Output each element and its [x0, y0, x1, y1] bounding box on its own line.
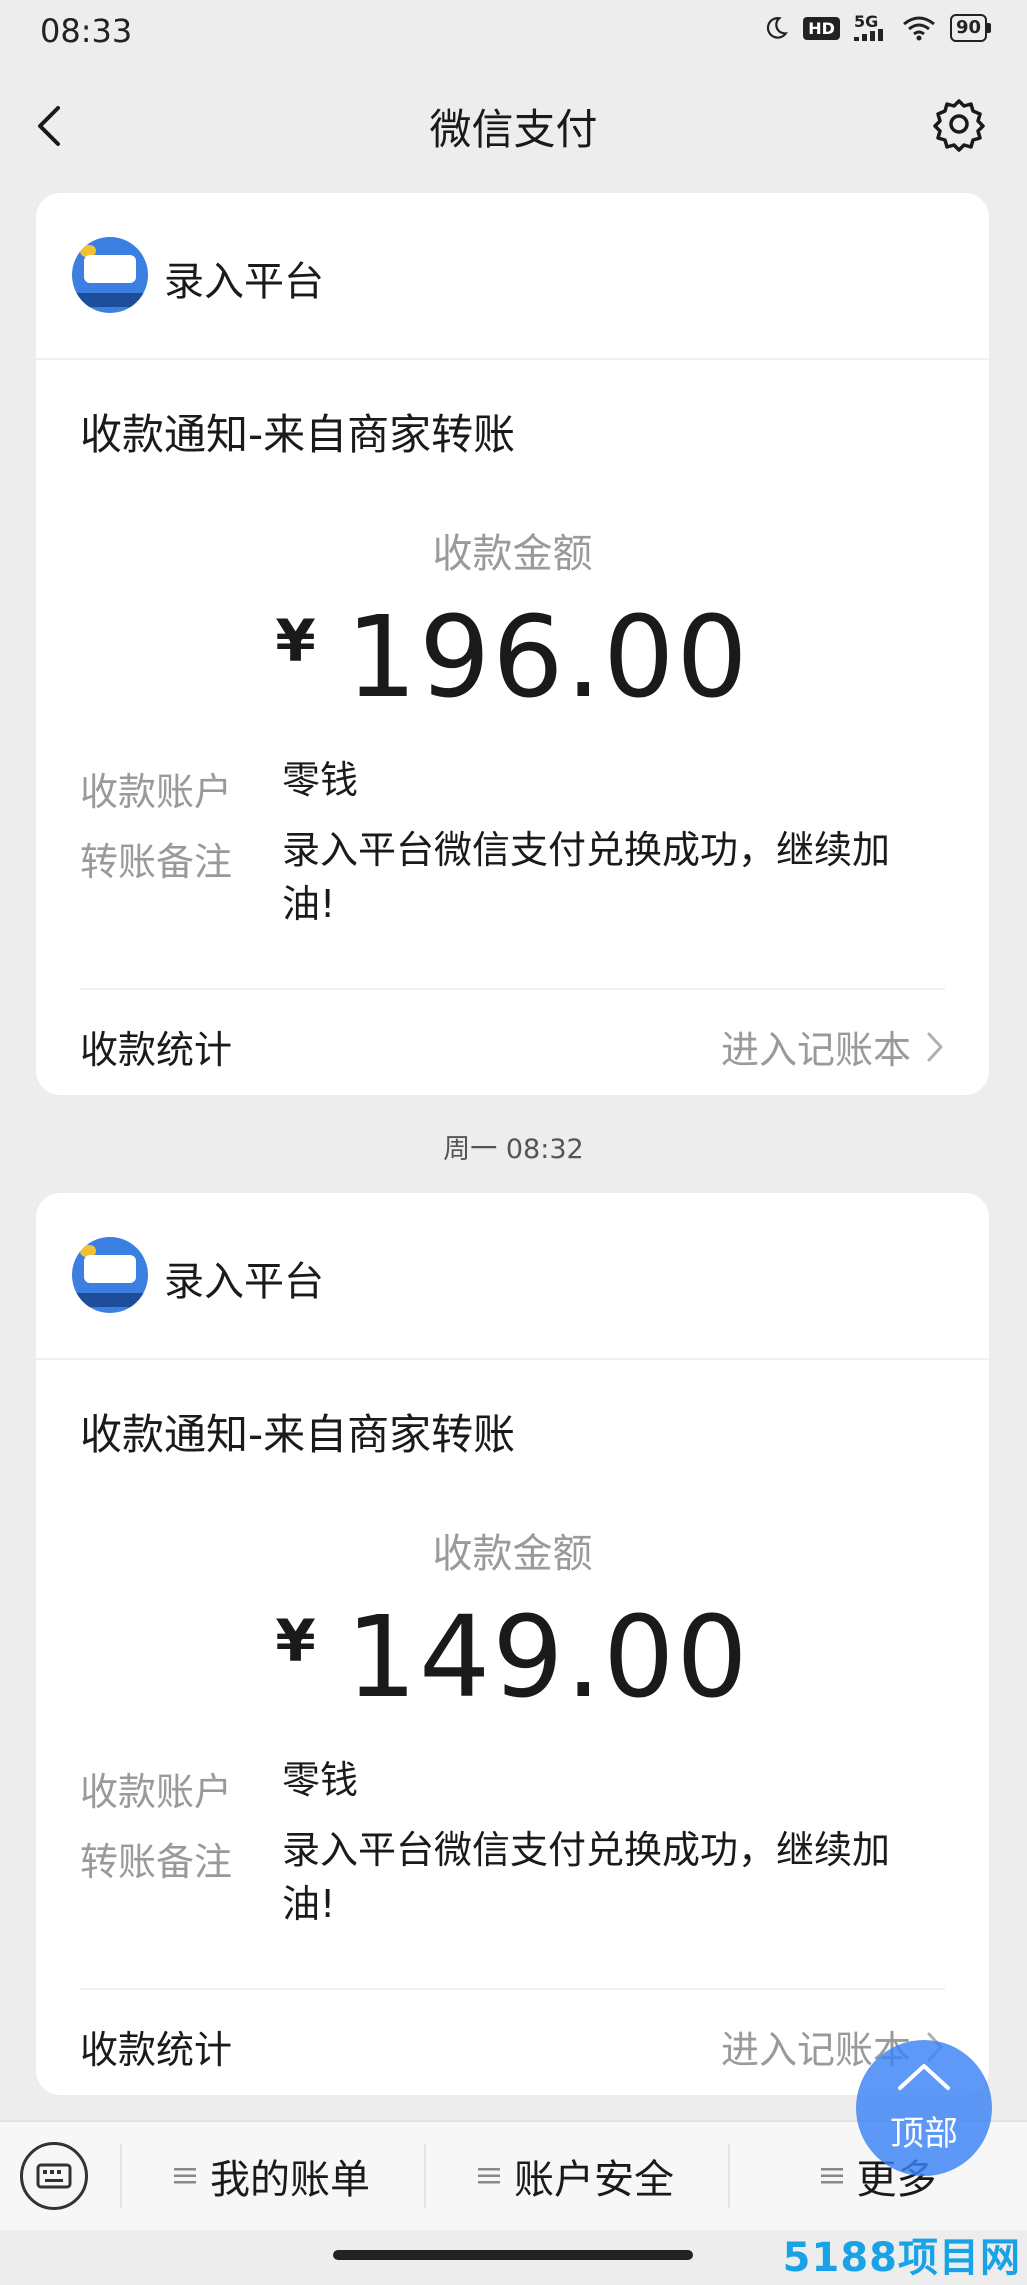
payment-card[interactable]: 录入平台 收款通知-来自商家转账 收款金额 ¥149.00 收款账户 零钱 转账… — [36, 1193, 989, 2095]
chevron-right-icon — [927, 1032, 943, 1061]
signal-icon: 5G — [853, 12, 888, 41]
menu-icon — [820, 2168, 843, 2184]
amount-row: ¥149.00 — [36, 1593, 989, 1723]
home-indicator[interactable] — [333, 2250, 693, 2260]
account-label: 收款账户 — [80, 770, 233, 814]
card-header[interactable]: 录入平台 — [36, 193, 989, 360]
tab-account-security[interactable]: 账户安全 — [426, 2122, 726, 2230]
currency-symbol: ¥ — [275, 1607, 316, 1675]
menu-icon — [478, 2168, 500, 2184]
card-divider — [80, 1988, 945, 1990]
network-type: 5G — [853, 12, 879, 31]
wifi-icon — [903, 16, 935, 41]
amount-value: 196.00 — [345, 593, 750, 723]
merchant-avatar — [72, 237, 148, 313]
page-title: 微信支付 — [429, 105, 598, 154]
account-label: 收款账户 — [80, 1770, 233, 1814]
message-timestamp: 周一 08:32 — [443, 1134, 584, 1165]
status-time: 08:33 — [40, 12, 133, 50]
gear-icon[interactable] — [931, 96, 987, 152]
merchant-name: 录入平台 — [164, 259, 324, 305]
hd-badge: HD — [803, 16, 840, 40]
ledger-link[interactable]: 进入记账本 — [721, 1019, 945, 1074]
payment-card[interactable]: 录入平台 收款通知-来自商家转账 收款金额 ¥196.00 收款账户 零钱 转账… — [36, 193, 989, 1095]
amount-label: 收款金额 — [432, 531, 593, 577]
tab-label: 我的账单 — [210, 2157, 370, 2203]
card-header[interactable]: 录入平台 — [36, 1193, 989, 1360]
notice-title: 收款通知-来自商家转账 — [80, 410, 516, 459]
currency-symbol: ¥ — [275, 607, 316, 675]
amount-value: 149.00 — [345, 1593, 750, 1723]
tab-my-bills[interactable]: 我的账单 — [122, 2122, 422, 2230]
notice-title: 收款通知-来自商家转账 — [80, 1410, 516, 1459]
account-value: 零钱 — [282, 758, 359, 802]
scroll-to-top-button[interactable]: 顶部 — [856, 2040, 992, 2176]
battery-level: 90 — [955, 17, 981, 38]
remark-value: 录入平台微信支付兑换成功，继续加油! — [282, 828, 891, 926]
amount-row: ¥196.00 — [36, 593, 989, 723]
watermark: 5188项目网 — [782, 2235, 1021, 2281]
tab-label: 账户安全 — [514, 2157, 674, 2203]
account-value: 零钱 — [282, 1758, 359, 1802]
ledger-link-label: 进入记账本 — [720, 1028, 911, 1072]
amount-label: 收款金额 — [432, 1531, 593, 1577]
stats-label: 收款统计 — [80, 2028, 233, 2072]
moon-icon — [767, 17, 789, 39]
remark-label: 转账备注 — [80, 1840, 233, 1884]
menu-icon — [174, 2168, 196, 2184]
scroll-to-top-label: 顶部 — [890, 2114, 958, 2154]
keyboard-icon — [36, 2163, 72, 2189]
merchant-avatar — [72, 1237, 148, 1313]
remark-value: 录入平台微信支付兑换成功，继续加油! — [282, 1828, 891, 1926]
card-divider — [80, 988, 945, 990]
battery-icon: 90 — [949, 14, 992, 42]
status-icons: HD 5G 90 — [763, 12, 992, 42]
stats-label: 收款统计 — [80, 1028, 233, 1072]
remark-label: 转账备注 — [80, 840, 233, 884]
keyboard-button[interactable] — [20, 2142, 88, 2210]
merchant-name: 录入平台 — [164, 1259, 324, 1305]
chevron-up-icon — [898, 2064, 950, 2090]
